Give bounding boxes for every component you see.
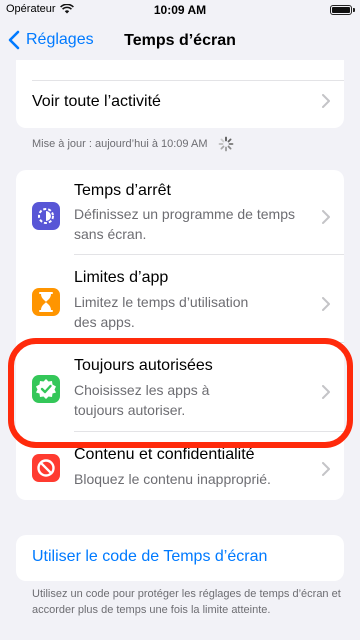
item-subtitle-line: Définissez un programme de temps (74, 206, 295, 222)
list-item-app-limits[interactable]: Limites d’app Limitez le temps d’utilisa… (16, 255, 344, 342)
list-item-always-allowed[interactable]: Toujours autorisées Choisissez les apps … (16, 343, 344, 431)
item-subtitle: Choisissez les apps à toujours autoriser… (74, 380, 314, 420)
activity-card: Voir toute l’activité (16, 60, 344, 128)
chevron-right-icon (322, 460, 330, 481)
item-subtitle-line: des apps. (74, 314, 135, 330)
restriction-icon (32, 454, 60, 482)
item-subtitle-line: sans écran. (74, 226, 147, 242)
item-subtitle-line: toujours autoriser. (74, 402, 186, 418)
item-subtitle: Définissez un programme de temps sans éc… (74, 204, 314, 244)
item-subtitle-line: Limitez le temps d’utilisation (74, 294, 249, 310)
list-item-downtime[interactable]: Temps d’arrêt Définissez un programme de… (16, 170, 344, 254)
screen-time-options-card: Temps d’arrêt Définissez un programme de… (16, 170, 344, 500)
divider (32, 80, 344, 81)
page-title: Temps d’écran (124, 32, 236, 49)
hourglass-icon (32, 288, 60, 316)
chevron-right-icon (322, 295, 330, 316)
item-subtitle-line: Choisissez les apps à (74, 382, 210, 398)
update-status: Mise à jour : aujourd’hui à 10:09 AM (32, 136, 234, 152)
item-title: Limites d’app (74, 269, 169, 286)
see-all-activity-row[interactable]: Voir toute l’activité (32, 93, 161, 111)
chevron-right-icon (322, 383, 330, 404)
status-time: 10:09 AM (153, 3, 207, 17)
battery-icon (330, 5, 355, 15)
chevron-right-icon (322, 92, 330, 113)
passcode-footer-note: Utilisez un code pour protéger les régla… (32, 588, 341, 616)
item-subtitle-line: Bloquez le contenu inapproprié. (74, 471, 271, 487)
downtime-icon (32, 202, 60, 230)
list-item-content-privacy[interactable]: Contenu et confidentialité Bloquez le co… (16, 432, 344, 500)
item-title: Temps d’arrêt (74, 182, 171, 199)
use-screen-time-passcode-link[interactable]: Utiliser le code de Temps d’écran (32, 548, 267, 566)
checkmark-shield-icon (32, 375, 60, 403)
item-subtitle: Limitez le temps d’utilisation des apps. (74, 292, 314, 332)
update-status-text: Mise à jour : aujourd’hui à 10:09 AM (32, 138, 208, 150)
navigation-bar: Réglages Temps d’écran (0, 22, 360, 62)
item-title: Contenu et confidentialité (74, 446, 255, 463)
loading-spinner-icon (218, 136, 233, 152)
passcode-card: Utiliser le code de Temps d’écran (16, 535, 344, 581)
item-title: Toujours autorisées (74, 357, 213, 374)
item-subtitle: Bloquez le contenu inapproprié. (74, 469, 314, 489)
chevron-right-icon (322, 208, 330, 229)
status-bar: Opérateur 10:09 AM (0, 0, 360, 20)
